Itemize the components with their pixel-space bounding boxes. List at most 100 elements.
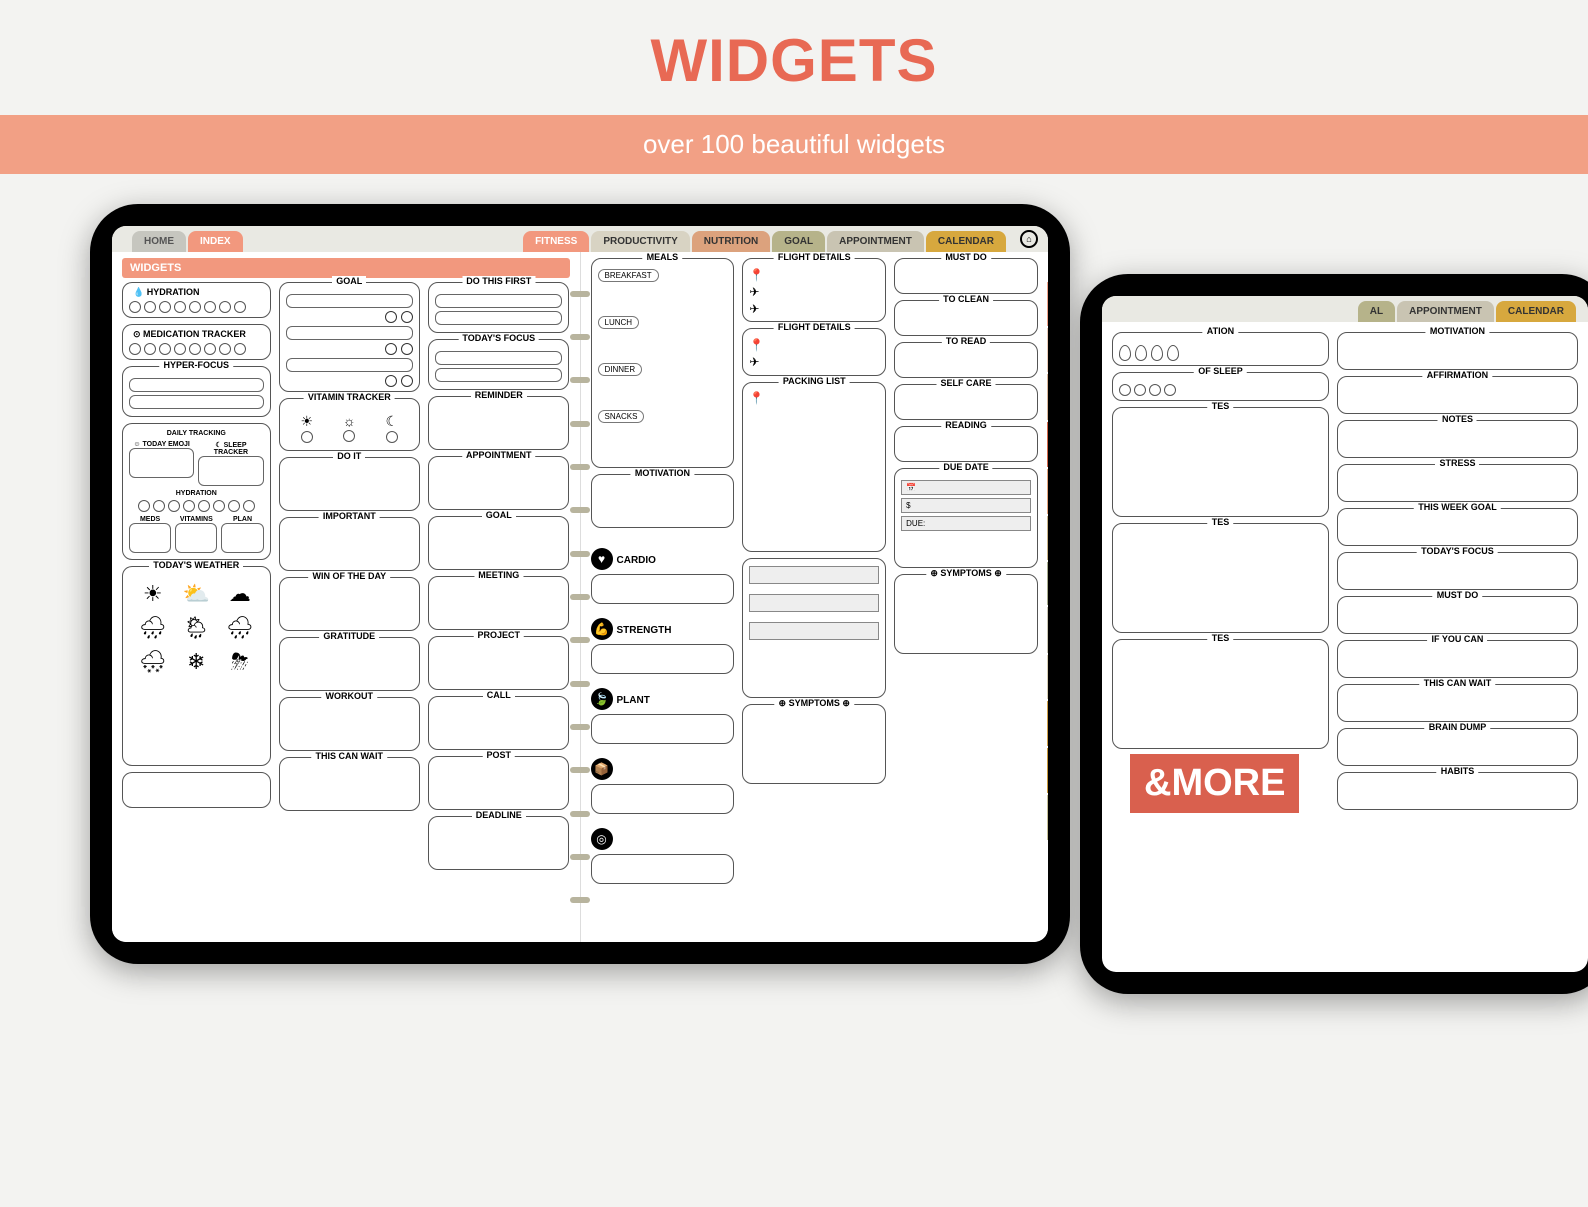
ipad-secondary: ALAPPOINTMENTCALENDAR ATIONOF SLEEPTESTE… xyxy=(1080,274,1588,994)
tab-productivity[interactable]: PRODUCTIVITY xyxy=(591,231,689,252)
widget-this-can-wait[interactable]: THIS CAN WAIT xyxy=(279,757,420,811)
widget-reading[interactable]: READING xyxy=(894,426,1038,462)
widget-blank2[interactable] xyxy=(742,558,886,698)
ipad-main: HOME INDEX FITNESSPRODUCTIVITYNUTRITIONG… xyxy=(90,204,1070,964)
month-tab-sep[interactable]: SEP xyxy=(1047,655,1048,699)
daily-label: DAILY TRACKING xyxy=(129,430,264,437)
widget-important[interactable]: IMPORTANT xyxy=(279,517,420,571)
widget2-of sleep[interactable]: OF SLEEP xyxy=(1112,372,1329,401)
widget2-notes[interactable]: NOTES xyxy=(1337,420,1578,458)
widget-deadline[interactable]: DEADLINE xyxy=(428,816,569,870)
more-badge: &MORE xyxy=(1130,754,1299,813)
widget-toclean[interactable]: TO CLEAN xyxy=(894,300,1038,336)
widget-medication[interactable]: ⊙ MEDICATION TRACKER xyxy=(122,324,271,360)
widget-goal[interactable]: GOAL xyxy=(428,516,569,570)
page-right: MEALS BREAKFASTLUNCHDINNERSNACKS MOTIVAT… xyxy=(581,252,1049,942)
motivation-label: MOTIVATION xyxy=(631,468,694,478)
exercise-icon[interactable]: ◎ xyxy=(591,828,735,884)
storm-icon: ⛈ xyxy=(222,649,258,675)
widget-post[interactable]: POST xyxy=(428,756,569,810)
widget-win-of-the-day[interactable]: WIN OF THE DAY xyxy=(279,577,420,631)
widget-mustdo[interactable]: MUST DO xyxy=(894,258,1038,294)
tab-nutrition[interactable]: NUTRITION xyxy=(692,231,770,252)
tab2-calendar[interactable]: CALENDAR xyxy=(1496,301,1576,322)
month-tab-nov[interactable]: NOV xyxy=(1047,748,1048,793)
widget-vitamin-tracker[interactable]: VITAMIN TRACKER☀☼☾ xyxy=(279,398,420,451)
tab2-appointment[interactable]: APPOINTMENT xyxy=(1397,301,1494,322)
widget-motivation[interactable]: MOTIVATION xyxy=(591,474,735,528)
tab-goal[interactable]: GOAL xyxy=(772,231,825,252)
tab2-al[interactable]: AL xyxy=(1358,301,1395,322)
partly-cloudy-icon: ⛅ xyxy=(179,581,215,607)
widget-selfcare[interactable]: SELF CARE xyxy=(894,384,1038,420)
widget-hydration[interactable]: 💧 HYDRATION xyxy=(122,282,271,318)
widget2-motivation[interactable]: MOTIVATION xyxy=(1337,332,1578,370)
month-tab-apr[interactable]: APR xyxy=(1047,422,1048,467)
meals-label: MEALS xyxy=(643,252,683,262)
month-tab-may[interactable]: MAY xyxy=(1047,469,1048,514)
month-tab-oct[interactable]: OCT xyxy=(1047,701,1048,746)
widget2-ation[interactable]: ATION xyxy=(1112,332,1329,366)
widget2-tes[interactable]: TES xyxy=(1112,639,1329,749)
tab-home[interactable]: HOME xyxy=(132,231,186,252)
tab-calendar[interactable]: CALENDAR xyxy=(926,231,1006,252)
month-tab-mar[interactable]: MAR xyxy=(1047,374,1048,420)
widget-flight2[interactable]: FLIGHT DETAILS 📍✈ xyxy=(742,328,886,376)
widget2-tes[interactable]: TES xyxy=(1112,407,1329,517)
widget-flight1[interactable]: FLIGHT DETAILS 📍✈✈ xyxy=(742,258,886,322)
widget-duedate[interactable]: DUE DATE 📅 $ DUE: xyxy=(894,468,1038,568)
widget2-must-do[interactable]: MUST DO xyxy=(1337,596,1578,634)
exercise-cardio[interactable]: ♥CARDIO xyxy=(591,548,735,604)
widget-symptoms1[interactable]: ⊕ SYMPTOMS ⊕ xyxy=(742,704,886,784)
widget-project[interactable]: PROJECT xyxy=(428,636,569,690)
widget-do-it[interactable]: DO IT xyxy=(279,457,420,511)
tab-index[interactable]: INDEX xyxy=(188,231,243,252)
widget-gratitude[interactable]: GRATITUDE xyxy=(279,637,420,691)
medication-label: MEDICATION TRACKER xyxy=(143,329,246,339)
widget2-habits[interactable]: HABITS xyxy=(1337,772,1578,810)
exercise-plant[interactable]: 🍃PLANT xyxy=(591,688,735,744)
widget-toread[interactable]: TO READ xyxy=(894,342,1038,378)
widget-appointment[interactable]: APPOINTMENT xyxy=(428,456,569,510)
widget-reminder[interactable]: REMINDER xyxy=(428,396,569,450)
meal-snacks: SNACKS xyxy=(598,410,645,423)
tab-fitness[interactable]: FITNESS xyxy=(523,231,589,252)
hyper-label: HYPER-FOCUS xyxy=(160,360,234,370)
home-icon[interactable]: ⌂ xyxy=(1020,230,1038,248)
widget-meals[interactable]: MEALS BREAKFASTLUNCHDINNERSNACKS xyxy=(591,258,735,468)
widget-meeting[interactable]: MEETING xyxy=(428,576,569,630)
widget-symptoms2[interactable]: ⊕ SYMPTOMS ⊕ xyxy=(894,574,1038,654)
widget-workout[interactable]: WORKOUT xyxy=(279,697,420,751)
section-widgets: WIDGETS xyxy=(122,258,570,278)
snow-icon: 🌨 xyxy=(135,649,171,675)
month-tab-jul[interactable]: JUL xyxy=(1047,562,1048,605)
widget-daily-tracking[interactable]: DAILY TRACKING ☺ TODAY EMOJI ☾ SLEEP TRA… xyxy=(122,423,271,560)
widget-hyperfocus[interactable]: HYPER-FOCUS xyxy=(122,366,271,417)
tab-appointment[interactable]: APPOINTMENT xyxy=(827,231,924,252)
widget2-this-week-goal[interactable]: THIS WEEK GOAL xyxy=(1337,508,1578,546)
month-tab-aug[interactable]: AUG xyxy=(1047,607,1048,653)
widget2-affirmation[interactable]: AFFIRMATION xyxy=(1337,376,1578,414)
month-tab-feb[interactable]: FEB xyxy=(1047,328,1048,372)
exercise-icon[interactable]: 📦 xyxy=(591,758,735,814)
cloud-icon: ☁ xyxy=(222,581,258,607)
widget-goal[interactable]: GOAL xyxy=(279,282,420,392)
top-tabs: HOME INDEX FITNESSPRODUCTIVITYNUTRITIONG… xyxy=(112,226,1048,252)
widget2-this-can-wait[interactable]: THIS CAN WAIT xyxy=(1337,684,1578,722)
widget-packing[interactable]: PACKING LIST 📍 xyxy=(742,382,886,552)
widget-blank[interactable] xyxy=(122,772,271,808)
widget2-brain-dump[interactable]: BRAIN DUMP xyxy=(1337,728,1578,766)
widget2-tes[interactable]: TES xyxy=(1112,523,1329,633)
sleet-icon: ❄ xyxy=(179,649,215,675)
widget-call[interactable]: CALL xyxy=(428,696,569,750)
widget-do-this-first[interactable]: DO THIS FIRST xyxy=(428,282,569,333)
widget2-stress[interactable]: STRESS xyxy=(1337,464,1578,502)
exercise-strength[interactable]: 💪STRENGTH xyxy=(591,618,735,674)
month-tab-jan[interactable]: JAN xyxy=(1047,282,1048,326)
widget-today-s-focus[interactable]: TODAY'S FOCUS xyxy=(428,339,569,390)
widget2-today-s-focus[interactable]: TODAY'S FOCUS xyxy=(1337,552,1578,590)
widget-weather[interactable]: TODAY'S WEATHER ☀ ⛅ ☁ 🌧 🌦 🌧 🌨 ❄ xyxy=(122,566,271,766)
month-tab-jun[interactable]: JUN xyxy=(1047,516,1048,560)
month-tab-dec[interactable]: DEC xyxy=(1047,795,1048,840)
widget2-if-you-can[interactable]: IF YOU CAN xyxy=(1337,640,1578,678)
